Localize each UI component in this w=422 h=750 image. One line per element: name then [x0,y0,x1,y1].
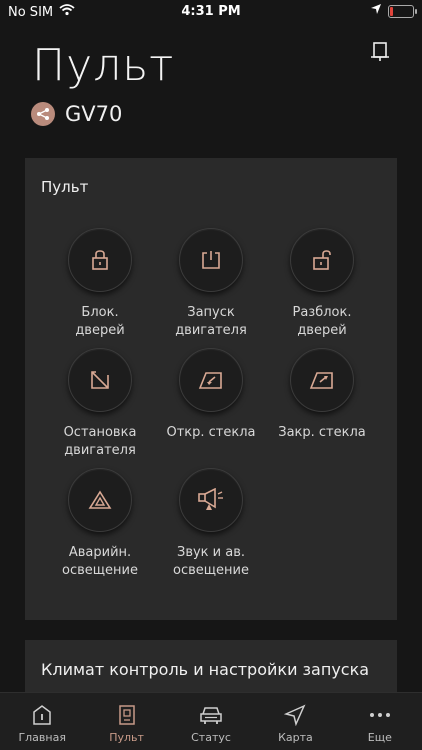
battery-icon [388,4,417,18]
location-arrow-icon [370,3,382,19]
hazard-lights-control: Аварийн. освещение [45,468,155,580]
open-windows-button[interactable] [179,348,243,412]
start-engine-label: Запуск двигателя [175,305,247,338]
horn-lights-icon [198,488,223,510]
tab-home-label: Главная [18,731,66,744]
climate-card[interactable]: Климат контроль и настройки запуска [25,640,397,700]
tab-map-label: Карта [278,731,313,744]
horn-lights-button[interactable] [179,468,243,532]
climate-card-title: Климат контроль и настройки запуска [41,660,370,679]
open-windows-control: Откр. стекла [156,348,266,442]
lock-doors-control: Блок. дверей [45,228,155,340]
tab-map[interactable]: Карта [253,693,337,750]
horn-lights-label: Звук и ав. освещение [173,545,249,578]
tab-more-label: Еще [367,731,392,744]
tab-remote-label: Пульт [109,731,144,744]
tab-more[interactable]: Еще [338,693,422,750]
horn-lights-control: Звук и ав. освещение [156,468,266,580]
unlock-doors-control: Разблок. дверей [267,228,377,340]
tab-remote[interactable]: Пульт [84,693,168,750]
more-icon [369,703,391,727]
tab-status-label: Статус [191,731,231,744]
hazard-icon [88,490,112,509]
unlock-doors-button[interactable] [290,228,354,292]
status-bar: No SIM 4:31 PM [0,0,422,24]
vehicle-selector[interactable]: GV70 [31,102,122,126]
unlock-icon [313,250,331,270]
lock-doors-label: Блок. дверей [75,305,125,338]
power-icon [202,251,220,269]
open-windows-label: Откр. стекла [166,425,256,440]
home-icon [32,703,52,727]
close-windows-button[interactable] [290,348,354,412]
hazard-lights-label: Аварийн. освещение [62,545,138,578]
close-windows-control: Закр. стекла [267,348,377,442]
map-nav-icon [284,703,306,727]
close-windows-label: Закр. стекла [278,425,366,440]
page-title: Пульт [32,40,175,91]
share-icon[interactable] [31,102,55,126]
device-icon[interactable] [364,36,396,68]
tab-home[interactable]: Главная [0,693,84,750]
stop-engine-button[interactable] [68,348,132,412]
remote-card: Пульт Блок. дверей Запуск двигателя Разб… [25,158,397,620]
hazard-lights-button[interactable] [68,468,132,532]
remote-card-title: Пульт [41,178,89,196]
stop-engine-control: Остановка двигателя [45,348,155,460]
engine-stop-icon [91,371,109,389]
status-time: 4:31 PM [181,4,241,19]
window-open-icon [198,372,222,389]
start-engine-control: Запуск двигателя [156,228,266,340]
car-status-icon [199,703,223,727]
tab-bar: Главная Пульт Статус Карта Еще [0,692,422,750]
unlock-doors-label: Разблок. дверей [292,305,352,338]
vehicle-name: GV70 [65,102,123,126]
start-engine-button[interactable] [179,228,243,292]
window-close-icon [309,372,333,389]
lock-icon [92,250,108,270]
lock-doors-button[interactable] [68,228,132,292]
stop-engine-label: Остановка двигателя [63,425,137,458]
tab-status[interactable]: Статус [169,693,253,750]
remote-icon [118,703,136,727]
